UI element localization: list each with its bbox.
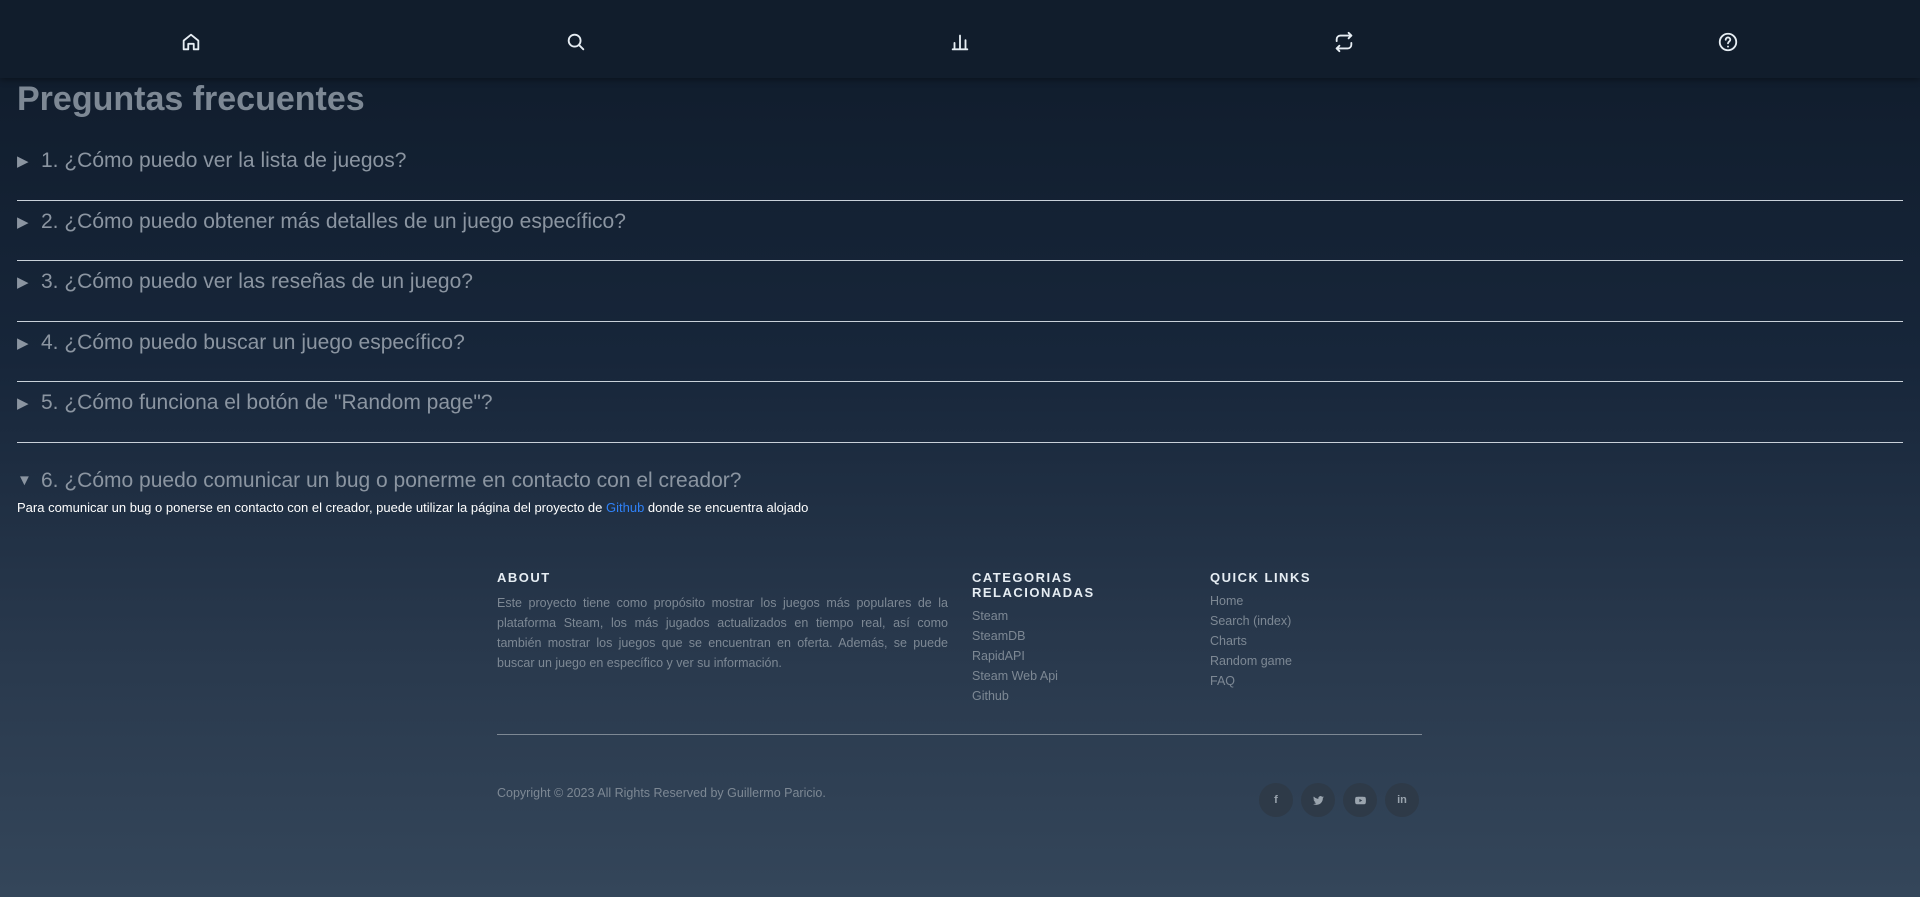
faq-item: ▶ 1. ¿Cómo puedo ver la lista de juegos? [17, 140, 1903, 201]
youtube-icon [1354, 796, 1366, 804]
youtube-button[interactable] [1343, 783, 1377, 817]
caret-right-icon: ▶ [17, 395, 29, 412]
faq-answer-text-end: donde se encuentra alojado [644, 499, 809, 515]
faq-question-text: 2. ¿Cómo puedo obtener más detalles de u… [41, 209, 626, 233]
faq-list: ▶ 1. ¿Cómo puedo ver la lista de juegos?… [17, 140, 1903, 515]
faq-item: ▶ 4. ¿Cómo puedo buscar un juego específ… [17, 322, 1903, 382]
random-repeat-icon [1335, 31, 1353, 53]
faq-answer: Para comunicar un bug o ponerse en conta… [17, 500, 1903, 515]
nav-charts-button[interactable] [945, 27, 975, 57]
faq-question-text: 1. ¿Cómo puedo ver la lista de juegos? [41, 149, 407, 172]
faq-question-toggle[interactable]: ▶ 1. ¿Cómo puedo ver la lista de juegos? [17, 140, 1903, 182]
copyright-text: Copyright © 2023 All Rights Reserved by … [497, 786, 826, 800]
github-link[interactable]: Github [606, 500, 644, 515]
page-title: Preguntas frecuentes [17, 80, 365, 118]
bar-chart-icon [951, 34, 969, 51]
faq-question-toggle[interactable]: ▶ 3. ¿Cómo puedo ver las reseñas de un j… [17, 261, 1903, 303]
search-icon [567, 33, 585, 51]
footer-categories: CATEGORIAS RELACIONADAS Steam SteamDB Rap… [972, 570, 1095, 706]
caret-right-icon: ▶ [17, 334, 29, 352]
faq-question-toggle[interactable]: ▶ 4. ¿Cómo puedo buscar un juego específ… [17, 322, 1903, 364]
faq-answer-text: Para comunicar un bug o ponerse en conta… [17, 499, 606, 515]
about-heading: ABOUT [497, 570, 551, 585]
faq-question-text: 3. ¿Cómo puedo ver las reseñas de un jue… [41, 270, 473, 293]
twitter-icon [1312, 795, 1324, 805]
caret-down-icon: ▼ [17, 472, 32, 489]
categories-links: Steam SteamDB RapidAPI Steam Web Api Git… [972, 606, 1095, 706]
footer-quick-links: QUICK LINKS Home Search (index) Charts R… [1210, 570, 1311, 691]
caret-right-icon: ▶ [17, 213, 29, 231]
categories-heading-line1: CATEGORIAS [972, 570, 1073, 585]
footer-link-github[interactable]: Github [972, 686, 1095, 706]
nav-random-button[interactable] [1329, 27, 1359, 57]
help-circle-icon [1718, 32, 1738, 52]
faq-question-text: 6. ¿Cómo puedo comunicar un bug o ponerm… [41, 468, 742, 492]
facebook-icon: f [1274, 794, 1278, 806]
caret-right-icon: ▶ [17, 274, 29, 291]
home-icon [182, 33, 200, 51]
faq-question-toggle[interactable]: ▶ 5. ¿Cómo funciona el botón de "Random … [17, 382, 1903, 424]
faq-question-toggle[interactable]: ▶ 2. ¿Cómo puedo obtener más detalles de… [17, 201, 1903, 243]
footer-link-random-game[interactable]: Random game [1210, 651, 1311, 671]
footer-link-rapidapi[interactable]: RapidAPI [972, 646, 1095, 666]
faq-question-text: 5. ¿Cómo funciona el botón de "Random pa… [41, 391, 493, 414]
footer-link-faq[interactable]: FAQ [1210, 671, 1311, 691]
footer-link-home[interactable]: Home [1210, 591, 1311, 611]
quick-links-heading: QUICK LINKS [1210, 570, 1311, 585]
nav-search-button[interactable] [561, 27, 591, 57]
categories-heading: CATEGORIAS RELACIONADAS [972, 570, 1095, 600]
footer-divider [497, 734, 1422, 735]
footer-link-charts[interactable]: Charts [1210, 631, 1311, 651]
footer-link-steam[interactable]: Steam [972, 606, 1095, 626]
linkedin-icon: in [1397, 794, 1407, 806]
footer-link-steam-web-api[interactable]: Steam Web Api [972, 666, 1095, 686]
about-text: Este proyecto tiene como propósito mostr… [497, 596, 948, 670]
nav-home-button[interactable] [176, 27, 206, 57]
faq-question-text: 4. ¿Cómo puedo buscar un juego específic… [41, 330, 465, 354]
facebook-button[interactable]: f [1259, 783, 1293, 817]
faq-item: ▶ 3. ¿Cómo puedo ver las reseñas de un j… [17, 261, 1903, 322]
faq-item: ▶ 5. ¿Cómo funciona el botón de "Random … [17, 382, 1903, 443]
categories-heading-line2: RELACIONADAS [972, 585, 1095, 600]
footer-about: ABOUT Este proyecto tiene como propósito… [497, 570, 948, 673]
caret-right-icon: ▶ [17, 153, 29, 170]
footer-link-search[interactable]: Search (index) [1210, 611, 1311, 631]
twitter-button[interactable] [1301, 783, 1335, 817]
faq-item-open: ▼ 6. ¿Cómo puedo comunicar un bug o pone… [17, 460, 1903, 515]
footer-link-steamdb[interactable]: SteamDB [972, 626, 1095, 646]
nav-faq-button[interactable] [1713, 27, 1743, 57]
linkedin-button[interactable]: in [1385, 783, 1419, 817]
top-navigation-bar [0, 0, 1920, 78]
quick-links-list: Home Search (index) Charts Random game F… [1210, 591, 1311, 691]
faq-question-toggle[interactable]: ▼ 6. ¿Cómo puedo comunicar un bug o pone… [17, 460, 1903, 502]
faq-item: ▶ 2. ¿Cómo puedo obtener más detalles de… [17, 201, 1903, 261]
